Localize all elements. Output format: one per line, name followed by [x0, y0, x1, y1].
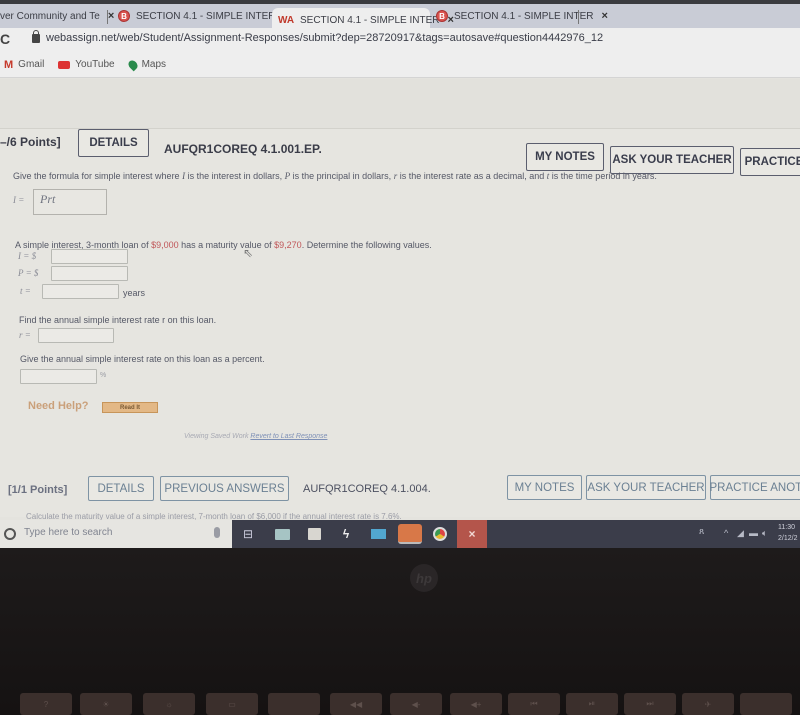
- principal-label: P = $: [18, 268, 39, 278]
- question1-details-button[interactable]: DETAILS: [78, 129, 149, 157]
- page-header-band: [0, 79, 800, 129]
- saved-work-notice: Viewing Saved Work Revert to Last Respon…: [184, 433, 328, 440]
- keyboard-key: ◀-: [390, 693, 442, 715]
- question2-details-button[interactable]: DETAILS: [88, 476, 154, 501]
- tab-separator: [107, 10, 108, 24]
- chrome-icon[interactable]: [428, 524, 452, 544]
- keyboard-key: ▭: [206, 693, 258, 715]
- keyboard-key: [268, 693, 320, 715]
- b-icon: B: [436, 10, 448, 22]
- close-app-icon[interactable]: ×: [457, 520, 487, 548]
- taskbar-search-input[interactable]: Type here to search: [24, 527, 112, 538]
- percent-prompt: Give the annual simple interest rate on …: [20, 354, 265, 364]
- power-automate-icon[interactable]: ϟ: [334, 524, 358, 544]
- volume-icon[interactable]: 🔈︎: [762, 528, 767, 539]
- bookmark-label: Gmail: [18, 59, 45, 70]
- question2-code: AUFQR1COREQ 4.1.004.: [303, 483, 431, 495]
- formula-label: I =: [13, 195, 25, 205]
- question2-ask-teacher-button[interactable]: ASK YOUR TEACHER: [586, 475, 706, 500]
- close-tab-icon[interactable]: ×: [601, 10, 607, 22]
- time-label: t =: [20, 286, 31, 296]
- taskbar-clock[interactable]: 11:30 2/12/2: [778, 522, 797, 544]
- bookmark-gmail[interactable]: M Gmail: [4, 59, 44, 71]
- time-input[interactable]: [42, 284, 119, 299]
- bookmark-maps[interactable]: Maps: [126, 58, 167, 71]
- clock-time: 11:30: [778, 524, 795, 531]
- rate-label: r =: [19, 330, 31, 340]
- keyboard-key: ⏮: [508, 693, 560, 715]
- clock-date: 2/12/2: [778, 535, 798, 542]
- reload-icon[interactable]: C: [0, 31, 10, 47]
- keyboard-key: ⏯: [566, 693, 618, 715]
- taskbar-search[interactable]: Type here to search: [0, 520, 232, 548]
- percent-input[interactable]: [20, 369, 97, 384]
- battery-icon[interactable]: ▬: [749, 528, 758, 538]
- webassign-icon: WA: [277, 14, 295, 26]
- question1-my-notes-button[interactable]: MY NOTES: [526, 143, 604, 171]
- bookmark-label: Maps: [141, 59, 167, 70]
- bookmark-youtube[interactable]: YouTube: [58, 59, 115, 70]
- keyboard-key: ◀◀: [330, 693, 382, 715]
- formula-prompt: Give the formula for simple interest whe…: [13, 171, 657, 181]
- keyboard-key: ☀: [80, 693, 132, 715]
- maps-icon: [126, 58, 139, 71]
- windows-taskbar: Type here to search ⊟ ϟ × ጸ ^ ◢ ▬ 🔈︎ 11:…: [0, 520, 800, 548]
- file-explorer-icon[interactable]: [270, 524, 294, 544]
- laptop-bezel: hp: [0, 548, 800, 715]
- keyboard-key: ?: [20, 693, 72, 715]
- keyboard-key: ◀+: [450, 693, 502, 715]
- people-icon[interactable]: ጸ: [699, 526, 704, 537]
- tab-community[interactable]: ver Community and Te ×: [0, 4, 120, 28]
- question2-points: [1/1 Points]: [8, 484, 68, 496]
- mouse-cursor-icon: ⇖: [243, 246, 254, 260]
- time-unit: years: [123, 288, 146, 298]
- question2-practice-button[interactable]: PRACTICE ANOTH: [710, 475, 800, 500]
- keyboard-key: [740, 693, 792, 715]
- question2-previous-answers-button[interactable]: PREVIOUS ANSWERS: [160, 476, 289, 501]
- question1-points: –/6 Points]: [0, 135, 61, 149]
- bookmark-label: YouTube: [75, 59, 115, 70]
- tab-section-4-1-a[interactable]: B SECTION 4.1 - SIMPLE INTER ×: [112, 4, 296, 28]
- percent-unit: %: [100, 372, 107, 379]
- formula-answer-field[interactable]: Prt: [33, 189, 107, 215]
- keyboard-key: ✈: [682, 693, 734, 715]
- task-view-icon[interactable]: ⊟: [236, 524, 260, 544]
- lock-icon[interactable]: [32, 30, 40, 43]
- tab-label: SECTION 4.1 - SIMPLE INTER: [136, 10, 276, 22]
- hp-logo-icon: hp: [410, 564, 438, 592]
- b-icon: B: [118, 10, 130, 22]
- rate-prompt: Find the annual simple interest rate r o…: [19, 315, 217, 325]
- question2-my-notes-button[interactable]: MY NOTES: [507, 475, 582, 500]
- store-icon[interactable]: [302, 524, 326, 544]
- cortana-icon[interactable]: [4, 528, 16, 540]
- laptop-screen: ver Community and Te × B SECTION 4.1 - S…: [0, 0, 800, 548]
- keyboard-key: ⏭: [624, 693, 676, 715]
- office-icon[interactable]: [398, 524, 422, 544]
- tab-label: SECTION 4.1 - SIMPLE INTER: [454, 10, 594, 22]
- tab-label: SECTION 4.1 - SIMPLE INTER: [300, 14, 440, 26]
- microphone-icon[interactable]: [214, 527, 220, 538]
- tab-label: ver Community and Te: [0, 10, 100, 22]
- webassign-page: –/6 Points] DETAILS AUFQR1COREQ 4.1.001.…: [0, 79, 800, 521]
- question1-code: AUFQR1COREQ 4.1.001.EP.: [164, 142, 322, 156]
- wifi-icon[interactable]: ◢: [737, 528, 744, 539]
- keyboard-key: ☼: [143, 693, 195, 715]
- read-it-button[interactable]: Read It: [102, 402, 158, 413]
- gmail-icon: M: [4, 58, 14, 71]
- rate-input[interactable]: [38, 328, 114, 343]
- youtube-icon: [58, 60, 71, 69]
- mail-icon[interactable]: [366, 524, 390, 544]
- question1-ask-teacher-button[interactable]: ASK YOUR TEACHER: [610, 146, 734, 174]
- address-bar: C webassign.net/web/Student/Assignment-R…: [0, 28, 800, 52]
- principal-input[interactable]: [51, 266, 128, 281]
- revert-link[interactable]: Revert to Last Response: [250, 433, 327, 440]
- interest-input[interactable]: [51, 249, 128, 264]
- url-input[interactable]: webassign.net/web/Student/Assignment-Res…: [46, 32, 603, 44]
- tab-separator: [578, 10, 579, 24]
- chevron-up-icon[interactable]: ^: [724, 528, 728, 538]
- question1-practice-button[interactable]: PRACTICE: [740, 148, 800, 176]
- interest-label: I = $: [18, 251, 37, 261]
- need-help-label: Need Help?: [28, 400, 89, 412]
- bookmarks-bar: M Gmail YouTube Maps: [0, 52, 800, 78]
